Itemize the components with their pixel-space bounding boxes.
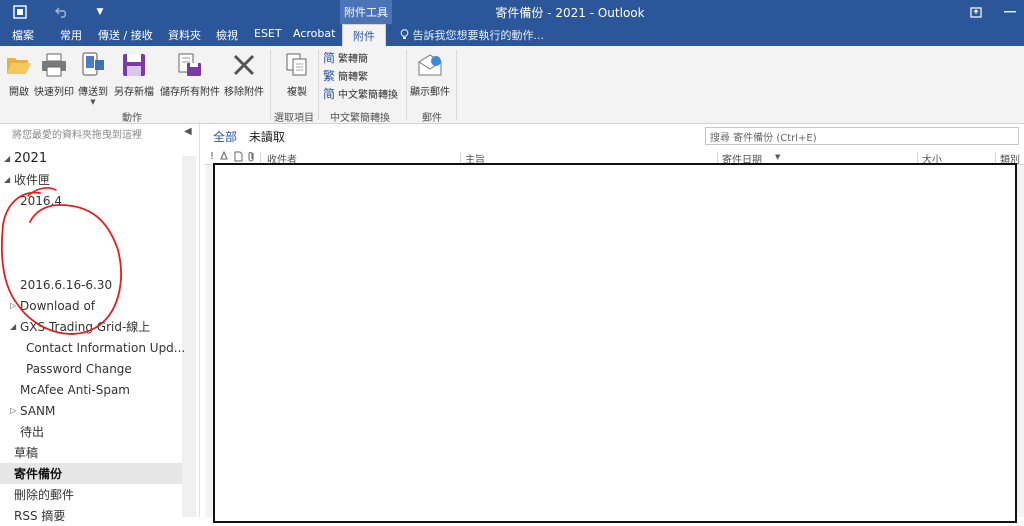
quick-print-button[interactable]: 快速列印	[34, 50, 74, 98]
simp-to-trad-button[interactable]: 繁 簡轉繁	[322, 68, 368, 83]
folder-contact-information[interactable]: Contact Information Upd...	[26, 337, 185, 358]
attachment-tools-label: 附件工具	[340, 0, 392, 24]
tell-me-text: 告訴我您想要執行的動作...	[412, 29, 545, 42]
group-label-select: 選取項目	[274, 113, 314, 124]
tab-file[interactable]: 檔案	[12, 27, 34, 43]
message-list[interactable]	[213, 163, 1017, 523]
group-label-chinese: 中文繁簡轉換	[330, 113, 390, 124]
save-all-attachments-button[interactable]: 儲存所有附件	[160, 50, 220, 98]
show-message-icon	[415, 50, 445, 80]
ribbon-display-icon[interactable]	[960, 0, 992, 24]
open-folder-icon	[4, 50, 34, 80]
remove-attachment-button[interactable]: 移除附件	[224, 50, 264, 98]
copy-button[interactable]: 複製	[282, 50, 312, 98]
menu-bar: 檔案 常用 傳送 / 接收 資料夾 檢視 ESET Acrobat 附件 告訴我…	[0, 24, 1024, 46]
list-scrollbar[interactable]	[1017, 165, 1024, 517]
folder-mcafee-anti-spam[interactable]: McAfee Anti-Spam	[20, 379, 130, 400]
collapsed-triangle-icon[interactable]: ▷	[10, 301, 20, 310]
send-to-icon	[78, 50, 108, 80]
remove-icon	[229, 50, 259, 80]
lightbulb-icon	[400, 29, 413, 42]
column-importance[interactable]: !	[210, 151, 214, 162]
tab-attachments[interactable]: 附件	[342, 24, 386, 46]
collapse-pane-icon[interactable]: ◀	[184, 126, 192, 137]
group-divider	[318, 50, 319, 120]
folder-drafts[interactable]: 草稿	[14, 442, 38, 463]
expanded-triangle-icon[interactable]: ◢	[10, 322, 20, 331]
expanded-triangle-icon[interactable]: ◢	[4, 154, 14, 163]
tab-eset[interactable]: ESET	[254, 27, 282, 40]
favorites-hint: 將您最愛的資料夾拖曳到這裡	[12, 130, 142, 141]
group-divider	[270, 50, 271, 120]
tab-acrobat[interactable]: Acrobat	[293, 27, 335, 40]
folder-2016-4[interactable]: 2016.4	[20, 190, 62, 211]
undo-icon[interactable]	[52, 3, 72, 21]
copy-icon	[282, 50, 312, 80]
folder-pending[interactable]: 待出	[20, 421, 44, 442]
printer-icon	[39, 50, 69, 80]
window-title: 寄件備份 - 2021 - Outlook	[495, 6, 645, 20]
minimize-icon[interactable]	[994, 0, 1024, 24]
filter-all[interactable]: 全部	[213, 130, 237, 144]
chevron-down-icon: ▼	[90, 98, 96, 106]
group-label-actions: 動作	[122, 113, 142, 124]
filter-unread[interactable]: 未讀取	[249, 130, 285, 144]
tell-me-box[interactable]: 告訴我您想要執行的動作...	[400, 27, 544, 43]
show-message-button[interactable]: 顯示郵件	[410, 50, 450, 98]
tab-send-receive[interactable]: 傳送 / 接收	[98, 27, 153, 43]
tab-home[interactable]: 常用	[60, 27, 82, 43]
collapsed-triangle-icon[interactable]: ▷	[10, 406, 20, 415]
title-bar: ▼ 附件工具 寄件備份 - 2021 - Outlook	[0, 0, 1024, 24]
simp-to-trad-icon: 繁	[322, 69, 335, 83]
folder-inbox[interactable]: ◢ 收件匣	[4, 169, 50, 190]
search-input[interactable]: 搜尋 寄件備份 (Ctrl+E)	[705, 127, 1019, 145]
group-divider	[456, 50, 457, 120]
save-icon	[119, 50, 149, 80]
group-divider	[406, 50, 407, 120]
save-as-button[interactable]: 另存新檔	[114, 50, 154, 98]
trad-to-simp-icon: 简	[322, 51, 335, 65]
save-all-icon	[175, 50, 205, 80]
chinese-conversion-icon: 简	[322, 87, 335, 101]
open-button[interactable]: 開啟	[4, 50, 34, 98]
send-to-button[interactable]: 傳送到 ▼	[78, 50, 108, 106]
folder-sent-items[interactable]: 寄件備份	[0, 463, 182, 484]
trad-to-simp-button[interactable]: 简 繁轉簡	[322, 50, 368, 65]
group-label-message: 郵件	[422, 113, 442, 124]
filter-bar: 全部 未讀取	[213, 128, 285, 145]
folder-2016-6-16[interactable]: 2016.6.16-6.30	[20, 274, 112, 295]
tab-folder[interactable]: 資料夾	[168, 27, 201, 43]
sort-descending-icon: ▼	[775, 153, 781, 161]
tab-view[interactable]: 檢視	[216, 27, 238, 43]
folder-password-change[interactable]: Password Change	[26, 358, 132, 379]
folder-pane: 將您最愛的資料夾拖曳到這裡 ◀ ◢ 2021 ◢ 收件匣 2016.4 2016…	[0, 124, 200, 523]
outlook-icon[interactable]	[10, 3, 30, 21]
folder-download-of[interactable]: ▷ Download of	[10, 295, 95, 316]
folder-gxs-trading-grid[interactable]: ◢ GXS Trading Grid-線上	[10, 316, 150, 337]
folder-sanm[interactable]: ▷ SANM	[10, 400, 55, 421]
folder-deleted-items[interactable]: 刪除的郵件	[14, 484, 74, 505]
expanded-triangle-icon[interactable]: ◢	[4, 175, 14, 184]
customize-qat-icon[interactable]: ▼	[90, 3, 110, 21]
ribbon: 開啟 快速列印 傳送到 ▼ 另存新檔 儲存所有附件 移除附件 動作 複製 選取項…	[0, 46, 1024, 124]
chinese-conversion-button[interactable]: 简 中文繁簡轉換	[322, 86, 398, 101]
folder-rss-feeds[interactable]: RSS 摘要	[14, 505, 65, 526]
folder-account-2021[interactable]: ◢ 2021	[4, 148, 47, 169]
